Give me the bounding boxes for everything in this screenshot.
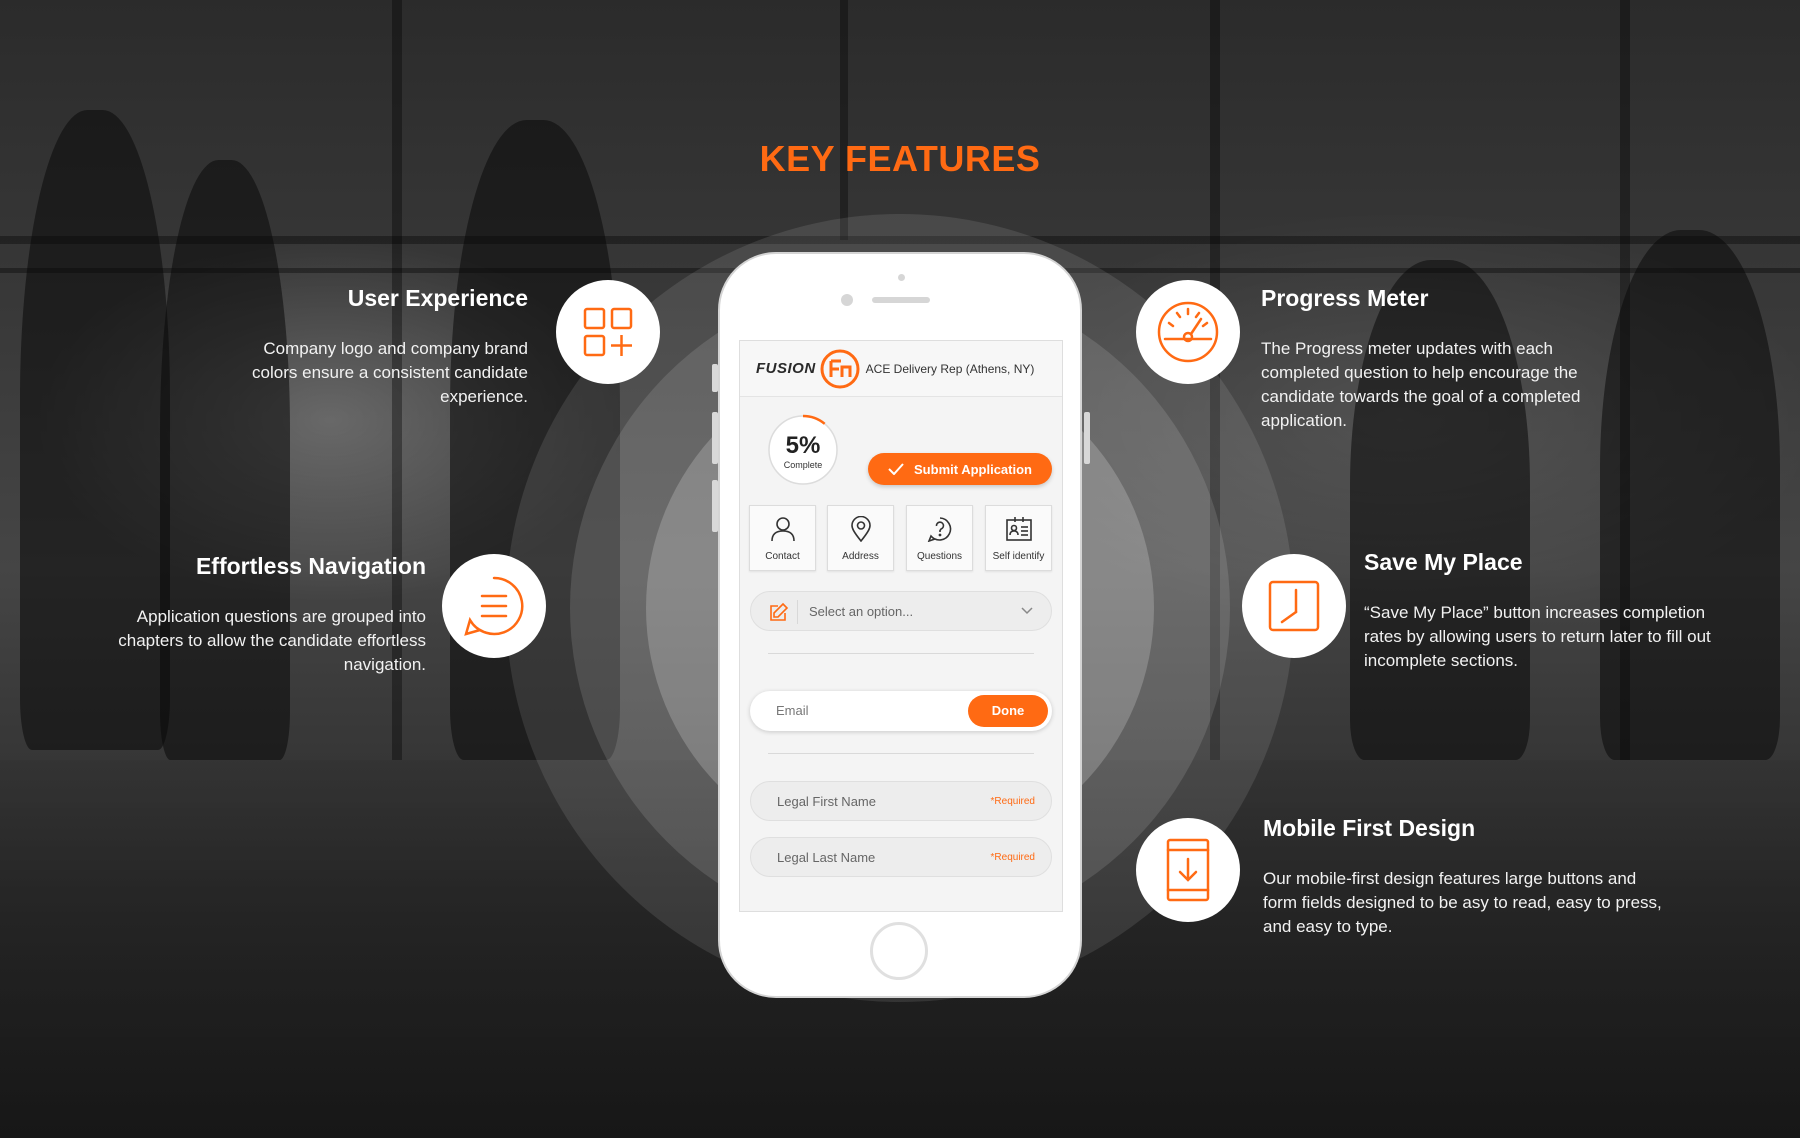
feature-title-progress-meter: Progress Meter: [1261, 285, 1429, 311]
tab-contact[interactable]: Contact: [749, 505, 816, 571]
fusion-logo-icon: [820, 349, 860, 388]
legal-first-name-field[interactable]: Legal First Name *Required: [750, 781, 1052, 821]
email-placeholder: Email: [776, 703, 809, 718]
feature-icon-effortless-navigation: [442, 554, 546, 658]
tab-label: Questions: [916, 551, 963, 562]
list-icon: [464, 576, 524, 636]
phone-mockup: FUSION ACE Delivery Rep (Athens, NY) 5% …: [712, 252, 1090, 998]
map-pin-icon: [851, 516, 871, 542]
id-card-icon: [1006, 517, 1032, 541]
feature-desc-mobile-first-design: Our mobile-first design features large b…: [1263, 869, 1662, 936]
tab-label: Contact: [765, 551, 800, 562]
tab-label: Address: [842, 551, 879, 562]
phone-volume-button: [712, 480, 718, 532]
clock-icon: [1268, 580, 1320, 632]
feature-icon-save-my-place: [1242, 554, 1346, 658]
tab-address[interactable]: Address: [827, 505, 894, 571]
tab-self-identify[interactable]: Self identify: [985, 505, 1052, 571]
apps-add-icon: [583, 307, 633, 357]
phone-speaker: [872, 297, 930, 303]
tab-label: Self identify: [992, 551, 1045, 562]
done-button[interactable]: Done: [968, 695, 1048, 727]
section-divider: [768, 653, 1034, 654]
feature-title-save-my-place: Save My Place: [1364, 549, 1523, 575]
phone-volume-button: [712, 412, 718, 464]
progress-meter: 5% Complete: [767, 414, 839, 486]
option-select[interactable]: Select an option...: [750, 591, 1052, 631]
field-placeholder: Legal Last Name: [777, 850, 876, 865]
required-label: *Required: [990, 852, 1035, 863]
phone-power-button: [1084, 412, 1090, 464]
feature-desc-save-my-place: “Save My Place” button increases complet…: [1364, 603, 1711, 670]
legal-last-name-field[interactable]: Legal Last Name *Required: [750, 837, 1052, 877]
progress-value: 5%: [785, 432, 821, 459]
tab-questions[interactable]: Questions: [906, 505, 973, 571]
chevron-down-icon: [1021, 607, 1033, 615]
mobile-download-icon: [1166, 838, 1210, 902]
phone-home-button[interactable]: [870, 922, 928, 980]
phone-side-button: [712, 364, 718, 392]
brand-name: FUSION: [756, 360, 816, 377]
feature-icon-mobile-first-design: [1136, 818, 1240, 922]
page-title: KEY FEATURES: [759, 138, 1041, 179]
field-placeholder: Legal First Name: [777, 794, 876, 809]
progress-label: Complete: [783, 460, 823, 470]
check-icon: [888, 463, 904, 475]
submit-application-button[interactable]: Submit Application: [868, 453, 1052, 485]
feature-icon-user-experience: [556, 280, 660, 384]
app-screen: FUSION ACE Delivery Rep (Athens, NY) 5% …: [739, 340, 1063, 912]
speedometer-icon: [1157, 301, 1219, 363]
question-icon: [927, 517, 952, 542]
email-field[interactable]: Email Done: [750, 691, 1052, 731]
submit-application-label: Submit Application: [914, 461, 1032, 477]
feature-desc-progress-meter: The Progress meter updates with each com…: [1261, 339, 1581, 430]
feature-desc-user-experience: Company logo and company brand colors en…: [252, 339, 528, 406]
feature-desc-effortless-navigation: Application questions are grouped into c…: [118, 607, 426, 674]
edit-icon: [770, 602, 789, 621]
background-person: [1350, 260, 1530, 760]
person-icon: [771, 517, 795, 542]
select-placeholder: Select an option...: [809, 604, 914, 619]
app-header: FUSION ACE Delivery Rep (Athens, NY): [740, 341, 1062, 397]
window-frame: [840, 0, 848, 240]
feature-title-mobile-first-design: Mobile First Design: [1263, 815, 1476, 841]
phone-camera: [841, 294, 853, 306]
feature-title-user-experience: User Experience: [347, 285, 528, 311]
section-divider: [768, 753, 1034, 754]
feature-title-effortless-navigation: Effortless Navigation: [195, 553, 426, 579]
feature-icon-progress-meter: [1136, 280, 1240, 384]
required-label: *Required: [990, 796, 1035, 807]
job-title: ACE Delivery Rep (Athens, NY): [865, 361, 1035, 376]
phone-sensor: [898, 274, 905, 281]
select-divider: [797, 600, 798, 624]
background-person: [1600, 230, 1780, 760]
